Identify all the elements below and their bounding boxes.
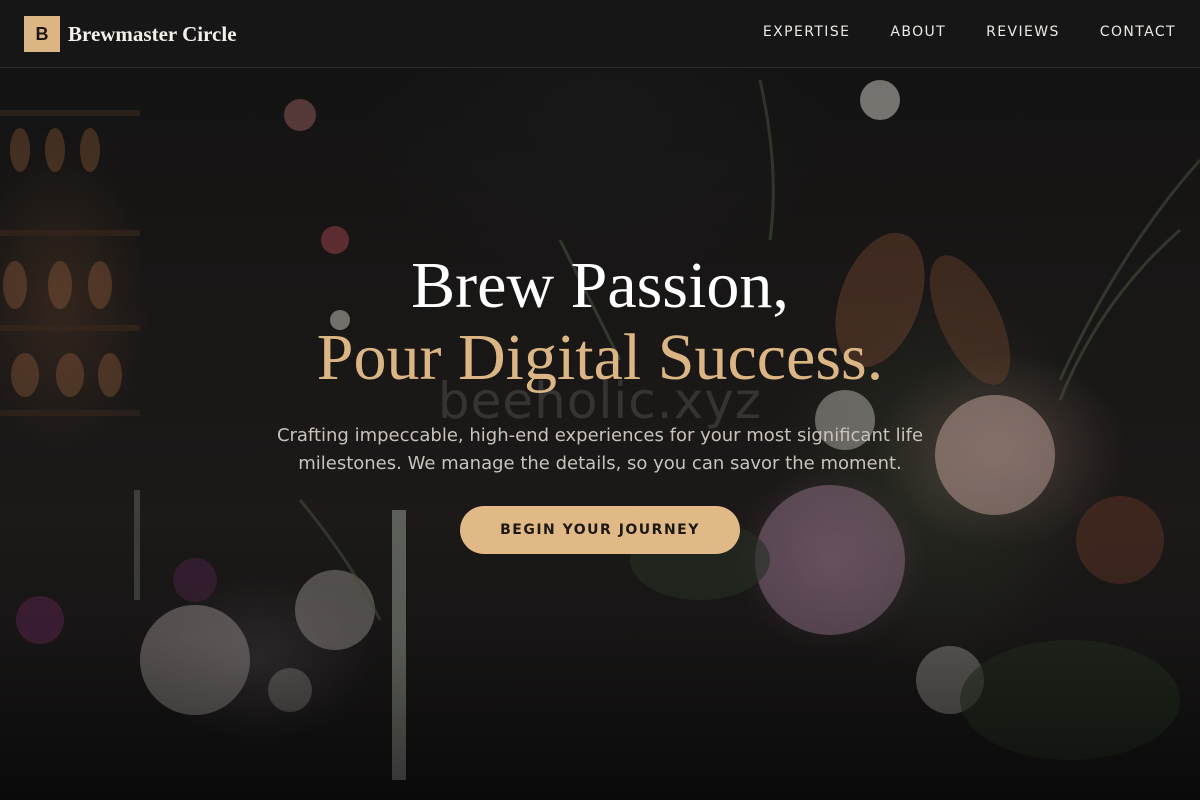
nav-link-about[interactable]: ABOUT bbox=[890, 24, 946, 40]
main-nav: EXPERTISE ABOUT REVIEWS CONTACT bbox=[763, 24, 1176, 40]
nav-link-contact[interactable]: CONTACT bbox=[1100, 24, 1176, 40]
hero-headline: Brew Passion, Pour Digital Success. bbox=[0, 250, 1200, 394]
begin-journey-button[interactable]: BEGIN YOUR JOURNEY bbox=[460, 506, 740, 554]
nav-link-reviews[interactable]: REVIEWS bbox=[986, 24, 1060, 40]
logo-mark: B bbox=[24, 16, 60, 52]
hero-subtext: Crafting impeccable, high-end experience… bbox=[276, 425, 924, 474]
page: B Brewmaster Circle EXPERTISE ABOUT REVI… bbox=[0, 0, 1200, 800]
site-header: B Brewmaster Circle EXPERTISE ABOUT REVI… bbox=[0, 0, 1200, 68]
headline-line-1: Brew Passion, bbox=[411, 249, 789, 322]
nav-link-expertise[interactable]: EXPERTISE bbox=[763, 24, 850, 40]
headline-line-2: Pour Digital Success. bbox=[316, 321, 884, 394]
brand-logo[interactable]: B Brewmaster Circle bbox=[24, 16, 237, 52]
brand-name: Brewmaster Circle bbox=[68, 21, 237, 46]
hero-section: Brew Passion, Pour Digital Success. Craf… bbox=[0, 250, 1200, 554]
